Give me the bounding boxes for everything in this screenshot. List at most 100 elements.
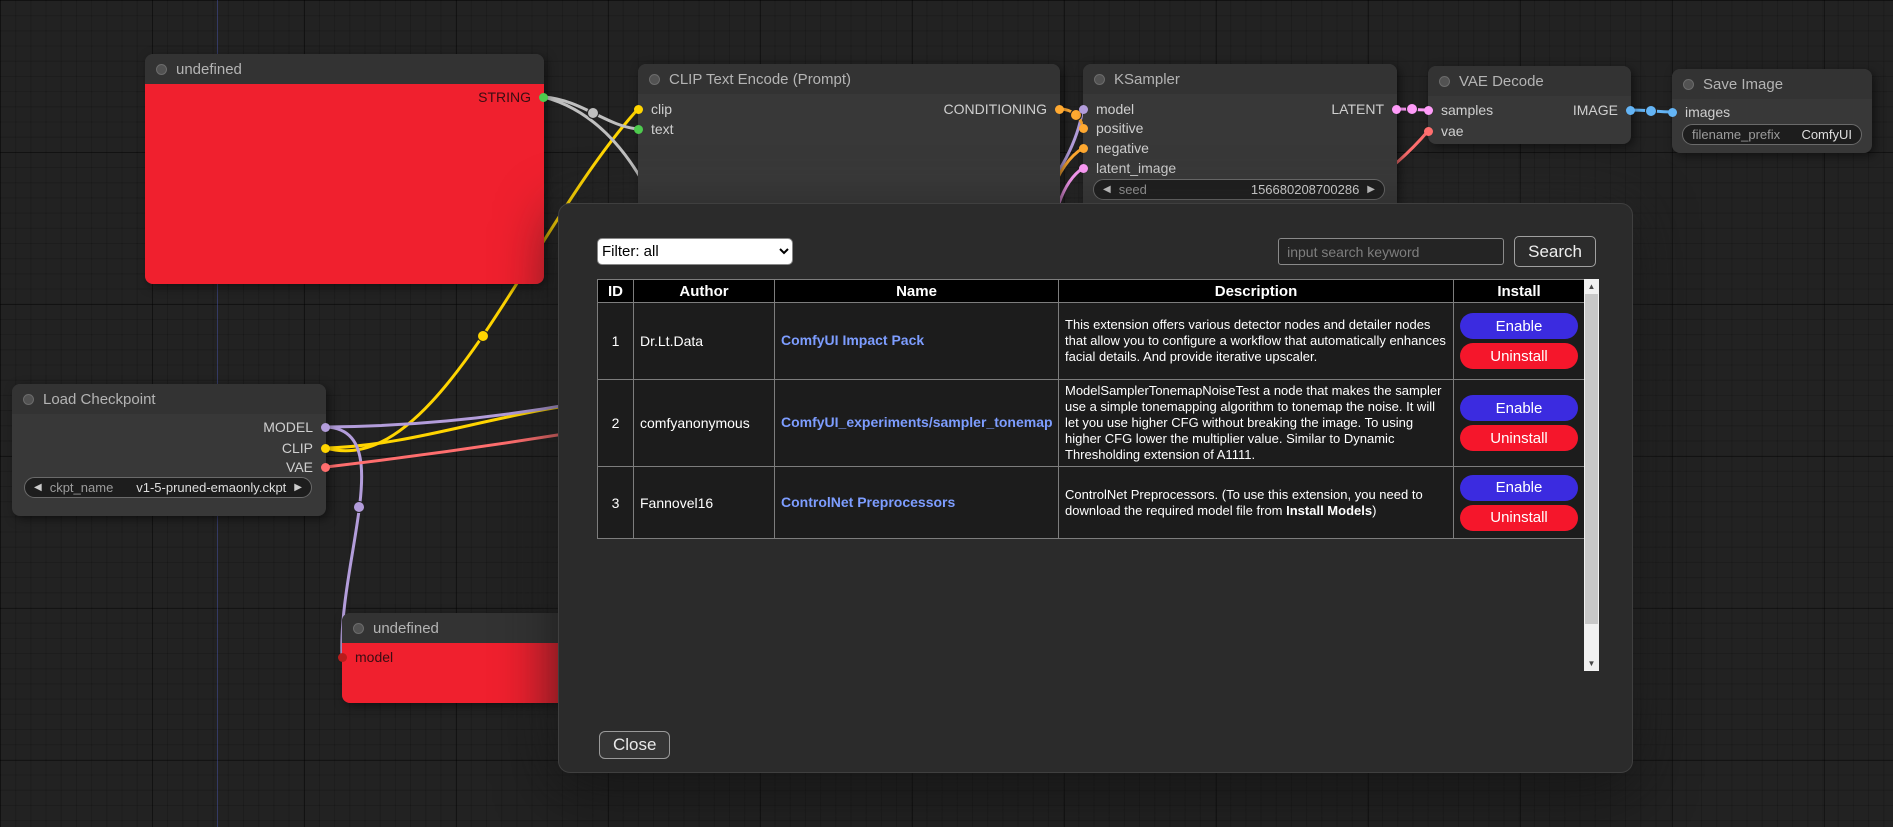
input-slot-latent-image[interactable]: latent_image (1079, 159, 1176, 177)
slot-dot[interactable] (1079, 124, 1088, 133)
link-dot[interactable] (1646, 106, 1657, 117)
node-undefined-top[interactable]: undefined STRING (145, 54, 544, 284)
node-undefined-bottom[interactable]: undefined model (342, 613, 572, 703)
node-load-checkpoint[interactable]: Load Checkpoint MODEL CLIP VAE ◀ ckpt_na… (12, 384, 326, 516)
output-slot-string[interactable]: STRING (478, 88, 548, 106)
enable-button[interactable]: Enable (1460, 475, 1578, 501)
node-ksampler[interactable]: KSampler model positive negative latent_… (1083, 64, 1397, 214)
table-row: 3 Fannovel16 ControlNet Preprocessors Co… (598, 467, 1585, 539)
input-slot-images[interactable]: images (1668, 103, 1730, 121)
link-dot[interactable] (478, 331, 489, 342)
slot-dot[interactable] (338, 653, 347, 662)
uninstall-button[interactable]: Uninstall (1460, 343, 1578, 369)
collapse-dot[interactable] (649, 74, 660, 85)
extension-link[interactable]: ControlNet Preprocessors (781, 494, 955, 510)
node-canvas[interactable]: undefined STRING CLIP Text Encode (Promp… (0, 0, 1893, 827)
slot-dot[interactable] (539, 93, 548, 102)
node-header[interactable]: Load Checkpoint (12, 384, 326, 414)
slot-dot[interactable] (1668, 108, 1677, 117)
decrement-arrow-icon[interactable]: ◀ (34, 482, 42, 493)
close-button[interactable]: Close (599, 731, 670, 759)
increment-arrow-icon[interactable]: ▶ (294, 482, 302, 493)
search-input[interactable] (1278, 238, 1504, 265)
slot-dot[interactable] (1626, 106, 1635, 115)
node-header[interactable]: KSampler (1083, 64, 1397, 94)
output-slot-latent[interactable]: LATENT (1331, 100, 1401, 118)
output-slot-image[interactable]: IMAGE (1573, 101, 1635, 119)
node-title: KSampler (1114, 71, 1180, 88)
uninstall-button[interactable]: Uninstall (1460, 425, 1578, 451)
slot-dot[interactable] (1055, 105, 1064, 114)
output-slot-clip[interactable]: CLIP (282, 439, 330, 457)
output-slot-conditioning[interactable]: CONDITIONING (944, 100, 1064, 118)
collapse-dot[interactable] (1683, 79, 1694, 90)
input-slot-negative[interactable]: negative (1079, 139, 1149, 157)
output-slot-vae[interactable]: VAE (286, 458, 330, 476)
cell-author: comfyanonymous (634, 380, 775, 467)
filter-select[interactable]: Filter: all (597, 238, 793, 265)
node-save-image[interactable]: Save Image images filename_prefix ComfyU… (1672, 69, 1872, 153)
seed-widget[interactable]: ◀ seed 156680208700286 ▶ (1093, 179, 1385, 200)
slot-dot[interactable] (1424, 106, 1433, 115)
extension-link[interactable]: ComfyUI Impact Pack (781, 332, 924, 348)
slot-dot[interactable] (1079, 164, 1088, 173)
node-header[interactable]: VAE Decode (1428, 66, 1631, 96)
slot-dot[interactable] (321, 463, 330, 472)
node-title: CLIP Text Encode (Prompt) (669, 71, 851, 88)
cell-id: 2 (598, 380, 634, 467)
node-clip-text-encode[interactable]: CLIP Text Encode (Prompt) clip text COND… (638, 64, 1060, 214)
collapse-dot[interactable] (1439, 76, 1450, 87)
slot-label: CLIP (282, 440, 313, 456)
extension-table: ID Author Name Description Install 1 Dr.… (597, 279, 1585, 539)
input-slot-vae[interactable]: vae (1424, 122, 1464, 140)
slot-dot[interactable] (634, 105, 643, 114)
slot-dot[interactable] (1424, 127, 1433, 136)
slot-dot[interactable] (1392, 105, 1401, 114)
input-slot-model[interactable]: model (1079, 100, 1134, 118)
enable-button[interactable]: Enable (1460, 313, 1578, 339)
link-dot[interactable] (1407, 104, 1418, 115)
input-slot-text[interactable]: text (634, 120, 674, 138)
extension-link[interactable]: ComfyUI_experiments/sampler_tonemap (781, 414, 1053, 430)
input-slot-samples[interactable]: samples (1424, 101, 1493, 119)
enable-button[interactable]: Enable (1460, 395, 1578, 421)
input-slot-positive[interactable]: positive (1079, 119, 1143, 137)
increment-arrow-icon[interactable]: ▶ (1367, 184, 1375, 195)
collapse-dot[interactable] (23, 394, 34, 405)
search-button[interactable]: Search (1514, 236, 1596, 267)
collapse-dot[interactable] (156, 64, 167, 75)
widget-value: 156680208700286 (1251, 182, 1359, 197)
node-header[interactable]: undefined (342, 613, 572, 643)
slot-label: LATENT (1331, 101, 1384, 117)
widget-value: v1-5-pruned-emaonly.ckpt (136, 480, 286, 495)
slot-dot[interactable] (634, 125, 643, 134)
node-header[interactable]: CLIP Text Encode (Prompt) (638, 64, 1060, 94)
slot-dot[interactable] (1079, 105, 1088, 114)
decrement-arrow-icon[interactable]: ◀ (1103, 184, 1111, 195)
header-name: Name (775, 280, 1059, 303)
input-slot-clip[interactable]: clip (634, 100, 672, 118)
slot-label: model (1096, 101, 1134, 117)
node-header[interactable]: undefined (145, 54, 544, 84)
node-header[interactable]: Save Image (1672, 69, 1872, 99)
input-slot-model[interactable]: model (338, 648, 393, 666)
slot-dot[interactable] (1079, 144, 1088, 153)
link-dot[interactable] (354, 502, 365, 513)
table-scrollbar[interactable]: ▲ ▼ (1584, 279, 1599, 671)
node-vae-decode[interactable]: VAE Decode samples vae IMAGE (1428, 66, 1631, 144)
wire-image (1631, 110, 1672, 112)
filename-prefix-widget[interactable]: filename_prefix ComfyUI (1682, 124, 1862, 145)
cell-id: 3 (598, 467, 634, 539)
link-dot[interactable] (588, 108, 599, 119)
ckpt-name-widget[interactable]: ◀ ckpt_name v1-5-pruned-emaonly.ckpt ▶ (24, 477, 312, 498)
scroll-down-icon[interactable]: ▼ (1584, 656, 1599, 671)
scroll-thumb[interactable] (1585, 294, 1598, 624)
output-slot-model[interactable]: MODEL (263, 418, 330, 436)
slot-dot[interactable] (321, 444, 330, 453)
collapse-dot[interactable] (353, 623, 364, 634)
uninstall-button[interactable]: Uninstall (1460, 505, 1578, 531)
scroll-up-icon[interactable]: ▲ (1584, 279, 1599, 294)
slot-dot[interactable] (321, 423, 330, 432)
widget-label: filename_prefix (1692, 127, 1780, 142)
collapse-dot[interactable] (1094, 74, 1105, 85)
